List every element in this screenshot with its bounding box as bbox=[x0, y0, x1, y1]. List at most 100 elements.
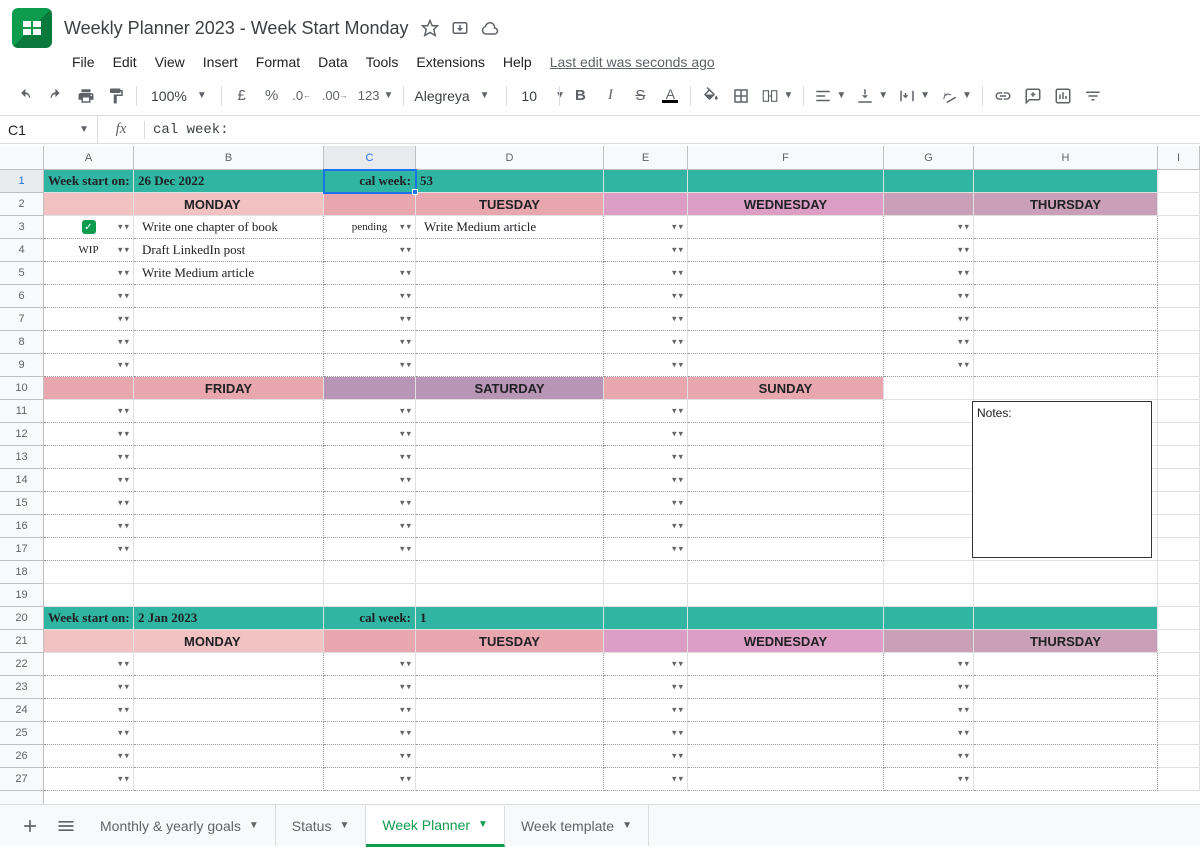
menu-format[interactable]: Format bbox=[248, 50, 308, 74]
cell[interactable] bbox=[44, 584, 134, 607]
dropdown-arrow-icon[interactable]: ▾ bbox=[400, 452, 599, 463]
dropdown-arrow-icon[interactable]: ▾ bbox=[400, 682, 599, 693]
dropdown-arrow-icon[interactable]: ▾ bbox=[958, 360, 1153, 371]
dropdown-arrow-icon[interactable]: ▾ bbox=[400, 751, 599, 762]
cell[interactable] bbox=[324, 584, 416, 607]
cell[interactable]: SUNDAY bbox=[688, 377, 884, 400]
dropdown-arrow-icon[interactable]: ▾ bbox=[118, 268, 319, 279]
cell[interactable]: ▾ bbox=[974, 745, 1158, 768]
row-header-11[interactable]: 11 bbox=[0, 400, 43, 423]
cell[interactable]: ▾ bbox=[416, 239, 604, 262]
row-header-4[interactable]: 4 bbox=[0, 239, 43, 262]
cell[interactable] bbox=[134, 584, 324, 607]
row-header-14[interactable]: 14 bbox=[0, 469, 43, 492]
cell[interactable] bbox=[688, 170, 884, 193]
dropdown-arrow-icon[interactable]: ▾ bbox=[400, 360, 599, 371]
dropdown-arrow-icon[interactable]: ▾ bbox=[118, 406, 319, 417]
cell[interactable]: ▾ bbox=[974, 699, 1158, 722]
menu-edit[interactable]: Edit bbox=[105, 50, 145, 74]
checkbox-icon[interactable]: ✓ bbox=[82, 220, 96, 234]
vertical-align-icon[interactable]: ▼ bbox=[852, 82, 892, 110]
font-size-dropdown[interactable]: 10▼ bbox=[513, 88, 553, 104]
borders-icon[interactable] bbox=[727, 82, 755, 110]
fill-color-icon[interactable] bbox=[697, 82, 725, 110]
insert-link-icon[interactable] bbox=[989, 82, 1017, 110]
cell[interactable] bbox=[604, 170, 688, 193]
cell[interactable]: ▾ bbox=[974, 722, 1158, 745]
cell[interactable] bbox=[1158, 285, 1200, 308]
cell[interactable] bbox=[1158, 653, 1200, 676]
name-box[interactable]: C1▼ bbox=[0, 116, 98, 143]
cell[interactable] bbox=[44, 377, 134, 400]
cell[interactable]: MONDAY bbox=[134, 193, 324, 216]
cell[interactable] bbox=[604, 193, 688, 216]
dropdown-arrow-icon[interactable]: ▾ bbox=[400, 406, 599, 417]
dropdown-arrow-icon[interactable]: ▾ bbox=[400, 498, 599, 509]
cell[interactable] bbox=[884, 515, 974, 538]
cell[interactable]: ▾ bbox=[688, 308, 884, 331]
cell[interactable] bbox=[884, 607, 974, 630]
dropdown-arrow-icon[interactable]: ▾ bbox=[958, 291, 1153, 302]
all-sheets-icon[interactable] bbox=[48, 808, 84, 844]
cell[interactable] bbox=[688, 584, 884, 607]
dropdown-arrow-icon[interactable]: ▾ bbox=[118, 521, 319, 532]
cell[interactable]: ▾ bbox=[688, 400, 884, 423]
cell[interactable] bbox=[884, 400, 974, 423]
cell[interactable]: 2 Jan 2023 bbox=[134, 607, 324, 630]
increase-decimal-icon[interactable]: .00→ bbox=[318, 82, 352, 110]
dropdown-arrow-icon[interactable]: ▾ bbox=[958, 705, 1153, 716]
cell[interactable]: FRIDAY bbox=[134, 377, 324, 400]
dropdown-arrow-icon[interactable]: ▾ bbox=[672, 337, 879, 348]
cell[interactable] bbox=[1158, 538, 1200, 561]
italic-button[interactable]: I bbox=[596, 82, 624, 110]
cell[interactable] bbox=[884, 193, 974, 216]
active-cell[interactable]: cal week: bbox=[324, 170, 416, 193]
cell[interactable] bbox=[884, 492, 974, 515]
dropdown-arrow-icon[interactable]: ▾ bbox=[118, 222, 319, 233]
cell[interactable]: Week start on: bbox=[44, 607, 134, 630]
col-header-H[interactable]: H bbox=[974, 146, 1158, 169]
cell[interactable] bbox=[884, 170, 974, 193]
dropdown-arrow-icon[interactable]: ▾ bbox=[400, 314, 599, 325]
cell[interactable]: ▾ bbox=[416, 331, 604, 354]
cell[interactable]: ▾ bbox=[134, 722, 324, 745]
cell[interactable]: Week start on: bbox=[44, 170, 134, 193]
sheets-logo[interactable] bbox=[12, 8, 52, 48]
cell[interactable] bbox=[1158, 515, 1200, 538]
cell[interactable]: ▾ bbox=[416, 285, 604, 308]
dropdown-arrow-icon[interactable]: ▾ bbox=[672, 406, 879, 417]
cell[interactable] bbox=[134, 561, 324, 584]
cell[interactable] bbox=[884, 377, 974, 400]
row-header-1[interactable]: 1 bbox=[0, 170, 43, 193]
filter-icon[interactable] bbox=[1079, 82, 1107, 110]
cell[interactable] bbox=[1158, 193, 1200, 216]
col-header-I[interactable]: I bbox=[1158, 146, 1200, 169]
cells-area[interactable]: Week start on: 26 Dec 2022 cal week: 53 … bbox=[44, 170, 1200, 804]
cell[interactable]: ▾ bbox=[688, 722, 884, 745]
insert-comment-icon[interactable] bbox=[1019, 82, 1047, 110]
cell[interactable] bbox=[1158, 170, 1200, 193]
dropdown-arrow-icon[interactable]: ▾ bbox=[118, 291, 319, 302]
dropdown-arrow-icon[interactable]: ▾ bbox=[118, 728, 319, 739]
dropdown-arrow-icon[interactable]: ▾ bbox=[958, 337, 1153, 348]
dropdown-arrow-icon[interactable]: ▾ bbox=[118, 245, 319, 256]
dropdown-arrow-icon[interactable]: ▾ bbox=[672, 475, 879, 486]
cell[interactable]: ▾ bbox=[416, 423, 604, 446]
cell[interactable] bbox=[1158, 607, 1200, 630]
cell[interactable] bbox=[1158, 699, 1200, 722]
cloud-icon[interactable] bbox=[481, 19, 499, 37]
cell[interactable] bbox=[1158, 768, 1200, 791]
dropdown-arrow-icon[interactable]: ▾ bbox=[118, 498, 319, 509]
cell[interactable] bbox=[974, 584, 1158, 607]
row-header-26[interactable]: 26 bbox=[0, 745, 43, 768]
dropdown-arrow-icon[interactable]: ▾ bbox=[672, 774, 879, 785]
cell[interactable] bbox=[1158, 331, 1200, 354]
menu-extensions[interactable]: Extensions bbox=[408, 50, 492, 74]
add-sheet-icon[interactable] bbox=[12, 808, 48, 844]
col-header-A[interactable]: A bbox=[44, 146, 134, 169]
cell[interactable]: ▾ bbox=[688, 216, 884, 239]
col-header-B[interactable]: B bbox=[134, 146, 324, 169]
cell[interactable] bbox=[324, 630, 416, 653]
cell[interactable]: ▾ bbox=[688, 423, 884, 446]
cell[interactable] bbox=[884, 469, 974, 492]
